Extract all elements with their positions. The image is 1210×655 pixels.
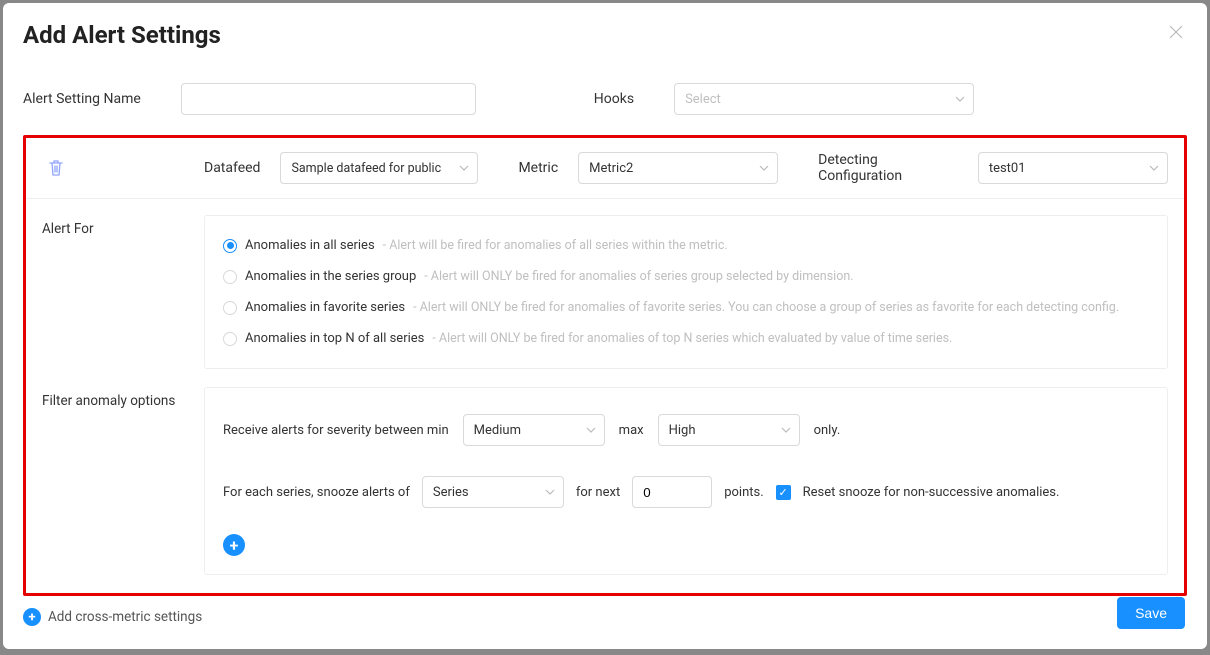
alert-for-option-group[interactable]: Anomalies in the series group - Alert wi…	[223, 269, 1149, 284]
name-hooks-row: Alert Setting Name Hooks Select	[23, 83, 1187, 115]
severity-min-select[interactable]: Medium	[463, 414, 605, 446]
snooze-prefix: For each series, snooze alerts of	[223, 485, 410, 500]
close-icon[interactable]	[1169, 25, 1183, 39]
severity-line: Receive alerts for severity between min …	[223, 414, 1149, 446]
modal-title: Add Alert Settings	[23, 21, 1187, 49]
reset-snooze-checkbox[interactable]: ✓	[776, 485, 791, 500]
plus-icon: +	[23, 608, 41, 626]
metric-label: Metric	[518, 160, 558, 176]
chevron-down-icon	[545, 489, 555, 495]
alert-for-option-favorite[interactable]: Anomalies in favorite series - Alert wil…	[223, 300, 1149, 315]
hooks-label: Hooks	[594, 91, 634, 107]
option-desc: - Alert will ONLY be fired for anomalies…	[432, 331, 952, 346]
severity-suffix: only.	[814, 423, 841, 438]
severity-max-select[interactable]: High	[658, 414, 800, 446]
radio-unchecked-icon	[223, 332, 237, 346]
filter-label: Filter anomaly options	[42, 387, 192, 593]
option-desc: - Alert will be fired for anomalies of a…	[383, 238, 728, 253]
radio-checked-icon	[223, 239, 237, 253]
snooze-line: For each series, snooze alerts of Series…	[223, 476, 1149, 508]
alert-for-option-all[interactable]: Anomalies in all series - Alert will be …	[223, 238, 1149, 253]
snooze-fornext: for next	[576, 485, 620, 500]
hooks-placeholder: Select	[685, 92, 721, 107]
datafeed-select[interactable]: Sample datafeed for public	[280, 152, 478, 184]
metric-alert-config-frame: Datafeed Sample datafeed for public Metr…	[23, 135, 1187, 596]
snooze-points-input[interactable]	[632, 476, 712, 508]
detecting-config-value: test01	[989, 161, 1026, 176]
snooze-scope-value: Series	[433, 485, 469, 500]
snooze-scope-select[interactable]: Series	[422, 476, 564, 508]
trash-icon[interactable]	[48, 159, 64, 177]
add-filter-icon[interactable]: +	[223, 534, 245, 556]
severity-prefix: Receive alerts for severity between min	[223, 423, 449, 438]
radio-unchecked-icon	[223, 270, 237, 284]
alert-for-section: Alert For Anomalies in all series - Aler…	[26, 199, 1184, 387]
chevron-down-icon	[459, 165, 469, 171]
option-desc: - Alert will ONLY be fired for anomalies…	[424, 269, 853, 284]
alert-for-label: Alert For	[42, 215, 192, 387]
reset-snooze-label: Reset snooze for non-successive anomalie…	[803, 485, 1060, 500]
detecting-config-label: Detecting Configuration	[818, 152, 958, 184]
severity-min-value: Medium	[474, 423, 521, 438]
add-alert-settings-modal: Add Alert Settings Alert Setting Name Ho…	[3, 3, 1207, 649]
filter-section: Filter anomaly options Receive alerts fo…	[26, 387, 1184, 593]
chevron-down-icon	[759, 165, 769, 171]
chevron-down-icon	[955, 96, 965, 102]
chevron-down-icon	[1149, 165, 1159, 171]
datafeed-label: Datafeed	[204, 160, 260, 176]
alert-name-input[interactable]	[181, 83, 476, 115]
snooze-points-suffix: points.	[724, 485, 763, 500]
option-label: Anomalies in all series	[245, 238, 375, 253]
chevron-down-icon	[586, 427, 596, 433]
option-label: Anomalies in top N of all series	[245, 331, 424, 346]
detecting-config-select[interactable]: test01	[978, 152, 1168, 184]
hooks-select[interactable]: Select	[674, 83, 974, 115]
add-cross-metric-button[interactable]: + Add cross-metric settings	[23, 608, 1187, 626]
option-label: Anomalies in the series group	[245, 269, 416, 284]
radio-unchecked-icon	[223, 301, 237, 315]
metric-value: Metric2	[589, 161, 633, 176]
datafeed-value: Sample datafeed for public	[291, 161, 441, 176]
metric-select[interactable]: Metric2	[578, 152, 778, 184]
metric-header-row: Datafeed Sample datafeed for public Metr…	[26, 138, 1184, 199]
alert-name-label: Alert Setting Name	[23, 91, 141, 107]
option-label: Anomalies in favorite series	[245, 300, 405, 315]
save-button[interactable]: Save	[1117, 597, 1185, 629]
option-desc: - Alert will ONLY be fired for anomalies…	[413, 300, 1119, 315]
alert-for-option-topn[interactable]: Anomalies in top N of all series - Alert…	[223, 331, 1149, 346]
severity-mid: max	[619, 423, 644, 438]
add-cross-label: Add cross-metric settings	[48, 609, 202, 625]
severity-max-value: High	[669, 423, 696, 438]
chevron-down-icon	[781, 427, 791, 433]
